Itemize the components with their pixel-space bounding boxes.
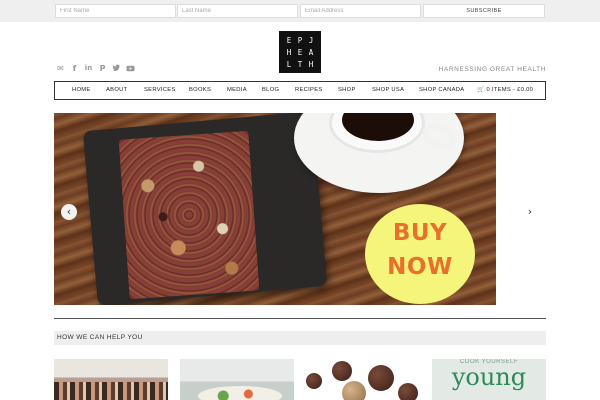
logo-letter: L [286, 60, 292, 69]
main-navigation: HOME ABOUT SERVICES BOOKS MEDIA BLOG REC… [54, 81, 546, 100]
granola-bar-image [118, 130, 260, 300]
nav-services[interactable]: SERVICES [144, 87, 176, 93]
logo-letter: T [297, 60, 303, 69]
energy-ball [332, 361, 352, 381]
section-divider [54, 318, 546, 319]
slider-next-button[interactable]: › [522, 204, 538, 220]
last-name-input[interactable] [177, 4, 298, 18]
energy-ball [368, 365, 394, 391]
logo-letter: J [308, 36, 314, 45]
first-name-input[interactable] [55, 4, 176, 18]
energy-ball [306, 373, 322, 389]
slider-prev-button[interactable]: ‹ [61, 204, 77, 220]
thumbnail-book-cover[interactable]: COOK YOURSELF young [432, 359, 546, 400]
email-icon[interactable]: ✉ [56, 64, 65, 73]
cart-summary: 0 ITEMS - £0.00 [486, 87, 534, 93]
youtube-icon[interactable] [126, 64, 135, 73]
nav-books[interactable]: BOOKS [189, 87, 211, 93]
nav-shop-canada[interactable]: SHOP CANADA [419, 87, 464, 93]
subscribe-button[interactable]: SUBSCRIBE [423, 4, 545, 18]
buy-now-line-2: NOW [387, 254, 453, 280]
chevron-right-icon: › [527, 205, 533, 218]
buy-now-badge[interactable]: BUY NOW [365, 204, 475, 304]
nav-about[interactable]: ABOUT [106, 87, 127, 93]
nav-shop-usa[interactable]: SHOP USA [372, 87, 404, 93]
logo-letter: P [297, 36, 303, 45]
energy-ball [342, 381, 366, 400]
thumbnail-energy-balls[interactable] [306, 359, 420, 400]
nav-blog[interactable]: BLOG [262, 87, 279, 93]
twitter-icon[interactable] [112, 64, 121, 73]
site-logo[interactable]: E P J H E A L T H [279, 31, 321, 73]
buy-now-line-1: BUY [392, 220, 448, 246]
linkedin-icon[interactable]: in [84, 64, 93, 73]
pinterest-icon[interactable]: P [98, 64, 107, 73]
logo-letter: E [297, 48, 303, 57]
chevron-left-icon: ‹ [66, 205, 72, 218]
cart-link[interactable]: 🛒 0 ITEMS - £0.00 [477, 87, 533, 93]
newsletter-signup-bar: SUBSCRIBE [0, 0, 600, 22]
section-title: HOW WE CAN HELP YOU [54, 331, 546, 345]
thumbnail-audience[interactable] [54, 359, 168, 400]
hero-slider[interactable]: BUY NOW [54, 113, 496, 305]
logo-letter: H [308, 60, 314, 69]
book-cover-title: young [451, 363, 527, 391]
cart-icon: 🛒 [477, 87, 485, 93]
nav-shop[interactable]: SHOP [338, 87, 356, 93]
logo-letter: H [286, 48, 292, 57]
energy-ball [398, 383, 418, 400]
email-input[interactable] [300, 4, 421, 18]
nav-recipes[interactable]: RECIPES [295, 87, 323, 93]
nav-media[interactable]: MEDIA [227, 87, 247, 93]
facebook-icon[interactable]: f [70, 64, 79, 73]
nav-home[interactable]: HOME [72, 87, 91, 93]
logo-letter: A [308, 48, 314, 57]
site-tagline: HARNESSING GREAT HEALTH [438, 66, 546, 73]
logo-letter: E [286, 36, 292, 45]
thumbnail-salad[interactable] [180, 359, 294, 400]
